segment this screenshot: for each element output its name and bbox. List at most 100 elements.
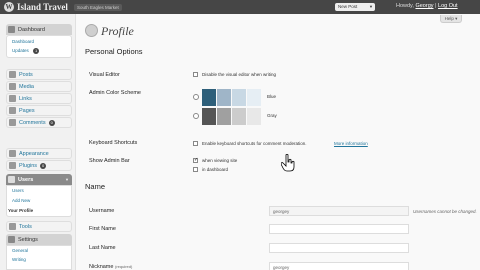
username-field[interactable]: georgey bbox=[269, 206, 409, 216]
chevron-down-icon: ▼ bbox=[65, 177, 69, 182]
menu-plugins-label: Plugins bbox=[19, 162, 38, 169]
visual-editor-text: Disable the visual editor when writing bbox=[202, 72, 277, 77]
gray-swatch-4 bbox=[247, 108, 261, 125]
hand-cursor-icon bbox=[281, 154, 295, 172]
visual-editor-label: Visual Editor bbox=[89, 72, 120, 78]
blue-swatch-2 bbox=[217, 89, 231, 106]
chevron-down-icon: ▼ bbox=[369, 4, 373, 9]
admin-bar-when-viewing-checkbox[interactable] bbox=[193, 157, 198, 163]
name-section-heading: Name bbox=[85, 182, 106, 191]
gray-label: Gray bbox=[267, 113, 277, 118]
nickname-label-text: Nickname bbox=[89, 264, 114, 270]
menu-pages[interactable]: Pages bbox=[6, 105, 72, 116]
menu-users[interactable]: Users ▼ bbox=[6, 174, 72, 185]
blue-label: Blue bbox=[267, 94, 277, 99]
more-information-link[interactable]: More information bbox=[334, 141, 368, 146]
last-name-field[interactable] bbox=[269, 243, 409, 253]
visual-editor-checkbox[interactable] bbox=[193, 72, 198, 77]
menu-settings[interactable]: Settings bbox=[6, 234, 72, 245]
howdy-text: Howdy, bbox=[396, 3, 414, 9]
updates-count-badge: 1 bbox=[33, 48, 40, 54]
submenu-dashboard[interactable]: Dashboard bbox=[12, 39, 34, 44]
site-title[interactable]: Island Travel bbox=[17, 2, 68, 12]
new-post-label: New Post bbox=[338, 4, 358, 9]
admin-bar-in-dashboard-checkbox[interactable] bbox=[193, 167, 198, 172]
main-content: Profile Personal Options Visual Editor D… bbox=[77, 14, 480, 270]
appearance-icon bbox=[9, 150, 16, 157]
submenu-add-new[interactable]: Add New bbox=[12, 198, 30, 203]
tools-icon bbox=[9, 223, 16, 230]
user-profile-link[interactable]: Georgy bbox=[415, 3, 433, 9]
menu-media-label: Media bbox=[19, 83, 34, 90]
submenu-your-profile[interactable]: Your Profile bbox=[8, 208, 33, 213]
menu-posts[interactable]: Posts bbox=[6, 69, 72, 80]
media-icon bbox=[9, 83, 16, 90]
logout-link[interactable]: Log Out bbox=[438, 3, 458, 9]
pushpin-icon bbox=[9, 71, 16, 78]
wordpress-logo-icon: W bbox=[4, 2, 14, 12]
nickname-label: Nickname (required) bbox=[89, 264, 132, 270]
new-post-dropdown[interactable]: New Post ▼ bbox=[335, 3, 375, 11]
required-note: (required) bbox=[114, 264, 133, 269]
username-label: Username bbox=[89, 208, 115, 214]
menu-users-label: Users bbox=[18, 176, 34, 183]
menu-plugins[interactable]: Plugins 0 bbox=[6, 160, 72, 171]
blue-swatch-3 bbox=[232, 89, 246, 106]
last-name-label: Last Name bbox=[89, 245, 116, 251]
plugins-count-badge: 0 bbox=[40, 162, 47, 169]
gray-swatch-1 bbox=[202, 108, 216, 125]
color-scheme-gray-radio[interactable] bbox=[193, 113, 199, 119]
menu-media[interactable]: Media bbox=[6, 81, 72, 92]
gray-swatch-2 bbox=[217, 108, 231, 125]
user-links: Howdy, Georgy | Log Out bbox=[396, 3, 458, 9]
plugin-icon bbox=[9, 162, 16, 169]
menu-links-label: Links bbox=[19, 95, 32, 102]
first-name-label: First Name bbox=[89, 226, 116, 232]
link-icon bbox=[9, 95, 16, 102]
menu-appearance-label: Appearance bbox=[19, 150, 49, 157]
separator: | bbox=[435, 3, 437, 9]
keyboard-shortcuts-checkbox[interactable] bbox=[193, 141, 198, 146]
in-dashboard-text: in dashboard bbox=[202, 167, 229, 172]
admin-color-label: Admin Color Scheme bbox=[89, 90, 141, 96]
dashboard-icon bbox=[8, 26, 15, 33]
submenu-writing[interactable]: Writing bbox=[12, 257, 26, 262]
users-icon bbox=[8, 176, 15, 183]
color-scheme-blue-radio[interactable] bbox=[193, 94, 199, 100]
show-admin-bar-label: Show Admin Bar bbox=[89, 158, 130, 164]
menu-tools-label: Tools bbox=[19, 223, 32, 230]
menu-dashboard[interactable]: Dashboard bbox=[6, 24, 72, 35]
submenu-updates[interactable]: Updates 1 bbox=[12, 48, 40, 54]
gray-swatch-3 bbox=[232, 108, 246, 125]
visit-site-button[interactable]: South Eagles Market bbox=[73, 3, 122, 11]
menu-links[interactable]: Links bbox=[6, 93, 72, 104]
submenu-updates-label: Updates bbox=[12, 48, 29, 53]
keyboard-shortcuts-label: Keyboard Shortcuts bbox=[89, 140, 138, 146]
blue-swatch-1 bbox=[202, 89, 216, 106]
submenu-general[interactable]: General bbox=[12, 248, 28, 253]
nickname-field[interactable]: georgey bbox=[269, 262, 409, 270]
profile-icon bbox=[85, 24, 98, 37]
settings-icon bbox=[8, 236, 15, 243]
menu-appearance[interactable]: Appearance bbox=[6, 148, 72, 159]
admin-menu: Dashboard Dashboard Updates 1 Posts Medi… bbox=[0, 14, 76, 270]
menu-settings-label: Settings bbox=[18, 236, 38, 243]
menu-pages-label: Pages bbox=[19, 107, 35, 114]
menu-comments[interactable]: Comments 0 bbox=[6, 117, 72, 128]
menu-tools[interactable]: Tools bbox=[6, 221, 72, 232]
blue-swatch-4 bbox=[247, 89, 261, 106]
first-name-field[interactable] bbox=[269, 224, 409, 234]
menu-dashboard-label: Dashboard bbox=[18, 26, 45, 33]
submenu-users[interactable]: Users bbox=[12, 188, 24, 193]
menu-posts-label: Posts bbox=[19, 71, 33, 78]
page-title: Profile bbox=[101, 24, 134, 38]
personal-options-heading: Personal Options bbox=[85, 47, 143, 56]
username-note: Usernames cannot be changed. bbox=[413, 209, 477, 214]
admin-header: W Island Travel South Eagles Market New … bbox=[0, 0, 480, 14]
menu-comments-label: Comments bbox=[19, 119, 46, 126]
page-icon bbox=[9, 107, 16, 114]
comment-icon bbox=[9, 119, 16, 126]
comments-count-badge: 0 bbox=[48, 119, 55, 126]
when-viewing-site-text: when viewing site bbox=[202, 158, 238, 163]
keyboard-shortcuts-text: Enable keyboard shortcuts for comment mo… bbox=[202, 141, 307, 146]
